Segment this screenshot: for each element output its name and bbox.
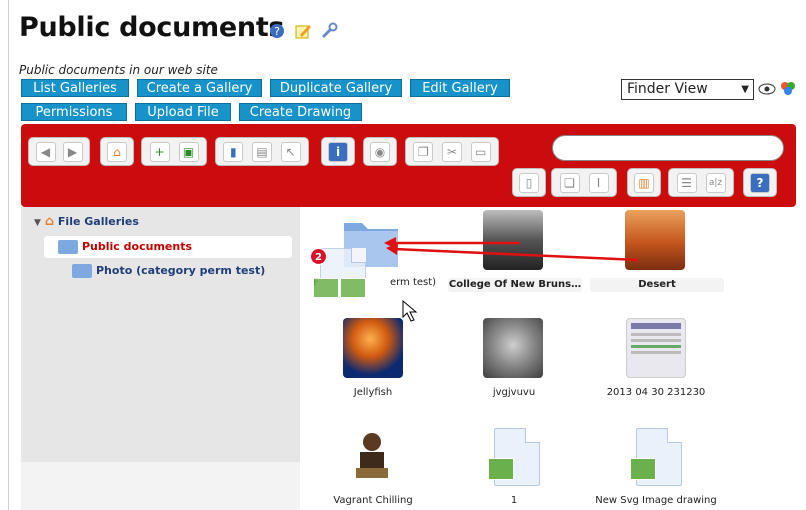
view-group: ☰ a|z: [668, 168, 734, 197]
toolbar-help-icon[interactable]: ?: [750, 172, 770, 193]
duplicate-gallery-button[interactable]: Duplicate Gallery: [270, 79, 402, 97]
back-icon[interactable]: ◀: [35, 141, 56, 162]
sort-icon[interactable]: a|z: [705, 172, 726, 193]
extract-icon[interactable]: ▥: [634, 172, 654, 193]
tree-item-public-documents[interactable]: Public documents: [44, 236, 292, 258]
help-group: ?: [743, 168, 777, 197]
svg-drawing-item[interactable]: [630, 428, 690, 486]
svg-text:?: ?: [274, 25, 280, 38]
tree-item-label: Public documents: [82, 240, 192, 253]
list-view-icon[interactable]: ☰: [676, 172, 697, 193]
expand-icon[interactable]: ▼: [34, 218, 41, 228]
home-group: ⌂: [100, 137, 134, 166]
cut-icon[interactable]: ✂: [441, 141, 462, 162]
tree-item-label: Photo (category perm test): [96, 264, 266, 277]
screenshot-thumbnail[interactable]: [626, 318, 686, 378]
permissions-button[interactable]: Permissions: [21, 103, 127, 121]
preview-eye-icon[interactable]: ◉: [370, 141, 390, 162]
home-folder-icon: ⌂: [44, 214, 55, 229]
duplicate-icon[interactable]: ❏: [559, 172, 580, 193]
open-icon[interactable]: ▮: [223, 141, 244, 162]
drag-count-badge: 2: [310, 248, 327, 265]
tree-root-label: File Galleries: [57, 215, 139, 228]
view-select-value: Finder View: [627, 81, 708, 97]
eye-icon[interactable]: [758, 81, 776, 100]
list-galleries-button[interactable]: List Galleries: [21, 79, 129, 97]
koala-thumbnail[interactable]: [483, 318, 543, 378]
info-group: i: [321, 137, 355, 166]
folder-icon: [58, 240, 78, 254]
new-folder-icon[interactable]: +: [149, 141, 170, 162]
save-icon[interactable]: ▤: [251, 141, 272, 162]
folder-icon: [72, 264, 92, 278]
page-subtitle: Public documents in our web site: [19, 63, 218, 77]
edit-gallery-button[interactable]: Edit Gallery: [410, 79, 510, 97]
page-title: Public documents: [19, 12, 285, 43]
chevron-down-icon: ▼: [741, 84, 749, 95]
dup-group: ❏ I: [551, 168, 617, 197]
tree-pane-footer: [21, 462, 300, 510]
title-icons: ?: [268, 22, 338, 40]
file-group: ▮ ▤ ↖: [215, 137, 309, 166]
move-arrows: [384, 237, 639, 262]
view-select[interactable]: Finder View ▼: [621, 79, 754, 100]
tree-item-photo[interactable]: Photo (category perm test): [72, 263, 265, 279]
extract-group: ▥: [627, 168, 661, 197]
svg-drawing-label: New Svg Image drawing: [595, 495, 717, 506]
college-label: College Of New Bruns…: [448, 279, 582, 290]
rename-icon[interactable]: I: [588, 172, 609, 193]
photo-folder-label-end: erm test): [389, 277, 437, 288]
screenshot-label: 2013 04 30 231230: [606, 387, 706, 398]
edit-icon[interactable]: [294, 22, 312, 40]
nav-group: ◀ ▶: [28, 137, 90, 166]
doc-group: ▯: [512, 168, 546, 197]
jellyfish-thumbnail[interactable]: [343, 318, 403, 378]
document-icon[interactable]: ▯: [519, 172, 539, 193]
copy-icon[interactable]: ❐: [413, 141, 434, 162]
create-drawing-button[interactable]: Create Drawing: [239, 103, 362, 121]
preview-group: ◉: [363, 137, 397, 166]
vagrant-label: Vagrant Chilling: [333, 495, 413, 506]
jellyfish-label: Jellyfish: [353, 387, 393, 398]
upload-file-button[interactable]: Upload File: [135, 103, 231, 121]
vagrant-thumbnail[interactable]: [350, 430, 394, 480]
tree-root[interactable]: ▼ ⌂ File Galleries: [34, 214, 139, 229]
info-icon[interactable]: i: [328, 141, 348, 162]
file-one-label: 1: [510, 495, 518, 506]
help-icon[interactable]: ?: [268, 22, 286, 40]
file-one-item[interactable]: [488, 428, 548, 486]
select-icon[interactable]: ↖: [280, 141, 301, 162]
theme-icon[interactable]: [779, 80, 797, 100]
search-input[interactable]: [552, 135, 784, 161]
folder-group: + ▣: [141, 137, 207, 166]
clipboard-group: ❐ ✂ ▭: [405, 137, 499, 166]
wrench-icon[interactable]: [320, 22, 338, 40]
cursor-icon: [402, 299, 418, 326]
save-file-icon[interactable]: ▣: [178, 141, 199, 162]
desert-label: Desert: [638, 279, 676, 290]
forward-icon[interactable]: ▶: [62, 141, 83, 162]
home-icon[interactable]: ⌂: [107, 141, 127, 162]
create-gallery-button[interactable]: Create a Gallery: [137, 79, 262, 97]
paste-icon[interactable]: ▭: [470, 141, 491, 162]
jvgjvuvu-label: jvgjvuvu: [492, 387, 536, 398]
